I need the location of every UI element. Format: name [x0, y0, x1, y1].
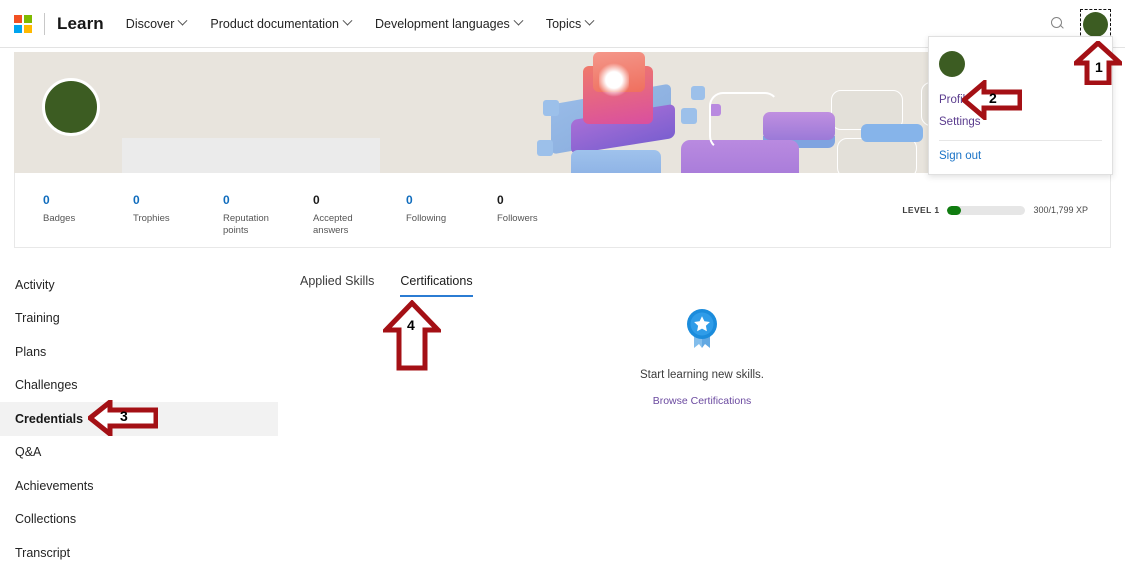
annotation-arrow-1: 1	[1074, 41, 1122, 90]
nav-label: Product documentation	[210, 17, 339, 31]
sidebar-item-label: Transcript	[15, 546, 70, 560]
stat-reputation-points: 0 Reputation points	[223, 193, 281, 237]
account-avatar-selection	[1080, 9, 1111, 40]
stat-label: Trophies	[133, 213, 170, 225]
browse-certifications-link[interactable]: Browse Certifications	[653, 395, 752, 407]
annotation-number-4: 4	[407, 317, 415, 333]
hero-cube	[681, 108, 697, 124]
stat-value: 0	[223, 193, 281, 207]
nav-item-product-documentation[interactable]: Product documentation	[210, 17, 351, 31]
stat-badges: 0 Badges	[43, 193, 75, 225]
profile-name-redacted	[122, 138, 380, 173]
certification-badge-icon	[682, 308, 722, 352]
stat-following: 0 Following	[406, 193, 446, 225]
page-root: Learn Discover Product documentation Dev…	[0, 0, 1125, 588]
sidebar-item-achievements[interactable]: Achievements	[0, 469, 278, 503]
sidebar-item-label: Plans	[15, 345, 46, 359]
sidebar-item-label: Training	[15, 311, 60, 325]
stat-value: 0	[497, 193, 538, 207]
sidebar-item-collections[interactable]: Collections	[0, 503, 278, 537]
profile-avatar[interactable]	[42, 78, 100, 136]
nav-label: Topics	[546, 17, 581, 31]
nav-item-topics[interactable]: Topics	[546, 17, 593, 31]
hero-tile	[861, 124, 923, 142]
chevron-down-icon	[513, 16, 523, 26]
search-icon[interactable]	[1050, 16, 1066, 32]
stat-followers: 0 Followers	[497, 193, 538, 225]
annotation-number-2: 2	[989, 90, 997, 106]
annotation-arrow-4: 4	[383, 300, 441, 377]
nav-label: Development languages	[375, 17, 510, 31]
hero-path-line	[709, 92, 779, 150]
tab-certifications[interactable]: Certifications	[400, 274, 472, 297]
menu-divider	[939, 140, 1102, 141]
sidebar-item-activity[interactable]: Activity	[0, 268, 278, 302]
stat-label: Badges	[43, 213, 75, 225]
chevron-down-icon	[178, 16, 188, 26]
stat-label: Followers	[497, 213, 538, 225]
profile-stats-card: 0 Badges 0 Trophies 0 Reputation points …	[14, 173, 1111, 248]
annotation-number-3: 3	[120, 408, 128, 424]
chevron-down-icon	[343, 16, 353, 26]
sidebar-item-label: Credentials	[15, 412, 83, 426]
tab-label: Applied Skills	[300, 274, 374, 288]
stat-value: 0	[406, 193, 446, 207]
stat-label: Accepted answers	[313, 213, 371, 237]
header-divider	[44, 13, 45, 35]
nav-item-discover[interactable]: Discover	[126, 17, 187, 31]
credentials-tabs: Applied Skills Certifications	[300, 274, 473, 297]
brand-title[interactable]: Learn	[57, 14, 104, 34]
hero-tile	[837, 138, 917, 173]
account-avatar-button[interactable]	[1083, 12, 1108, 37]
sidebar-item-label: Achievements	[15, 479, 94, 493]
sidebar-item-plans[interactable]: Plans	[0, 335, 278, 369]
hero-cube	[537, 140, 553, 156]
annotation-arrow-2: 2	[962, 80, 1022, 125]
sidebar-item-label: Challenges	[15, 378, 78, 392]
xp-value-label: 300/1,799 XP	[1033, 205, 1088, 215]
microsoft-logo-icon[interactable]	[14, 15, 32, 33]
hero-tile	[571, 150, 661, 173]
sidebar-item-label: Q&A	[15, 445, 41, 459]
stat-value: 0	[133, 193, 170, 207]
menu-item-sign-out[interactable]: Sign out	[929, 145, 1112, 167]
nav-label: Discover	[126, 17, 175, 31]
stat-label: Following	[406, 213, 446, 225]
nav-item-development-languages[interactable]: Development languages	[375, 17, 522, 31]
stat-accepted-answers: 0 Accepted answers	[313, 193, 371, 237]
tab-applied-skills[interactable]: Applied Skills	[300, 274, 374, 297]
annotation-number-1: 1	[1095, 59, 1103, 75]
xp-progress-fill	[947, 206, 960, 215]
tab-label: Certifications	[400, 274, 472, 288]
xp-progress-track	[947, 206, 1025, 215]
hero-cube	[543, 100, 559, 116]
annotation-arrow-3: 3	[88, 400, 158, 441]
xp-level-indicator: LEVEL 1 300/1,799 XP	[902, 205, 1088, 215]
empty-state-message: Start learning new skills.	[566, 369, 838, 381]
sidebar-item-label: Collections	[15, 512, 76, 526]
primary-nav: Discover Product documentation Developme…	[126, 17, 593, 31]
stat-trophies: 0 Trophies	[133, 193, 170, 225]
stat-value: 0	[313, 193, 371, 207]
stat-label: Reputation points	[223, 213, 281, 237]
sidebar-item-challenges[interactable]: Challenges	[0, 369, 278, 403]
sidebar-item-transcript[interactable]: Transcript	[0, 536, 278, 570]
level-label: LEVEL 1	[902, 205, 939, 215]
chevron-down-icon	[585, 16, 595, 26]
certifications-empty-state: Start learning new skills. Browse Certif…	[566, 308, 838, 409]
stat-value: 0	[43, 193, 75, 207]
hero-glow	[599, 62, 629, 98]
hero-cube	[691, 86, 705, 100]
sidebar-item-label: Activity	[15, 278, 55, 292]
dropdown-avatar	[939, 51, 965, 77]
sidebar-item-training[interactable]: Training	[0, 302, 278, 336]
